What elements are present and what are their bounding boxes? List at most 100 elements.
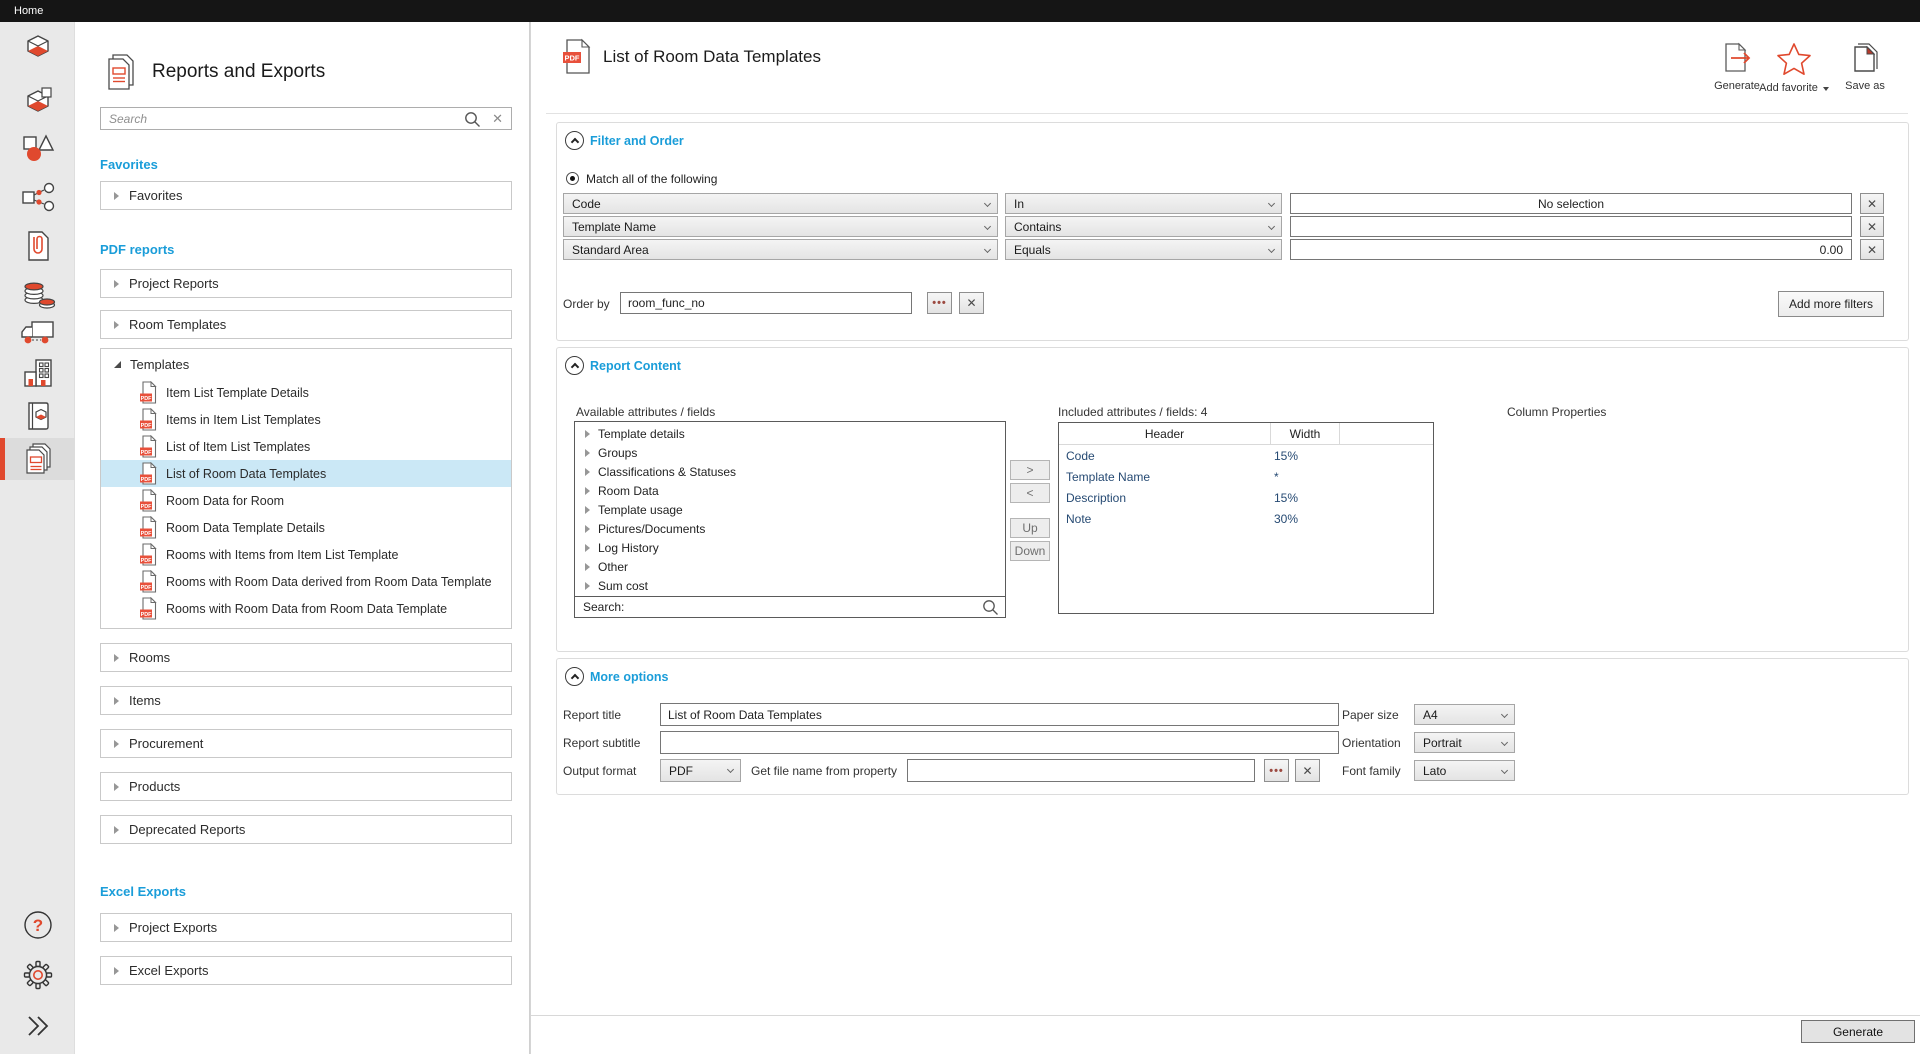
- font-family-dropdown[interactable]: Lato: [1414, 760, 1515, 781]
- clear-search-icon[interactable]: ✕: [492, 111, 503, 127]
- available-attribute-group[interactable]: Groups: [575, 443, 1005, 462]
- available-attribute-group[interactable]: Log History: [575, 538, 1005, 557]
- expander-collapsed-icon[interactable]: [585, 468, 590, 476]
- sidebar-search-input[interactable]: [101, 108, 511, 129]
- filter-operator-dropdown-3[interactable]: Equals: [1005, 239, 1282, 260]
- add-favorite-action[interactable]: Add favorite: [1756, 42, 1832, 95]
- expander-collapsed-icon[interactable]: [585, 525, 590, 533]
- expander-collapsed-icon[interactable]: [585, 582, 590, 590]
- filter-operator-dropdown-1[interactable]: In: [1005, 193, 1282, 214]
- filter-field-dropdown-2[interactable]: Template Name: [563, 216, 998, 237]
- paper-size-dropdown[interactable]: A4: [1414, 704, 1515, 725]
- expander-collapsed-icon[interactable]: [585, 563, 590, 571]
- match-all-radio[interactable]: [566, 172, 579, 185]
- expander-collapsed-icon[interactable]: [114, 192, 119, 200]
- order-by-browse-button[interactable]: •••: [927, 292, 952, 314]
- expander-collapsed-icon[interactable]: [585, 449, 590, 457]
- collapse-filter-section-button[interactable]: [565, 131, 584, 150]
- included-attribute-row[interactable]: Template Name *: [1059, 466, 1433, 487]
- sidebar-group[interactable]: Deprecated Reports: [100, 815, 512, 844]
- report-title-input[interactable]: [660, 703, 1339, 726]
- available-attribute-group[interactable]: Room Data: [575, 481, 1005, 500]
- home-tab[interactable]: Home: [14, 5, 43, 17]
- sidebar-group[interactable]: Rooms: [100, 643, 512, 672]
- templates-group-header[interactable]: Templates: [101, 349, 511, 379]
- expander-collapsed-icon[interactable]: [114, 321, 119, 329]
- expander-collapsed-icon[interactable]: [585, 506, 590, 514]
- report-tree-item[interactable]: PDF Item List Template Details: [101, 379, 511, 406]
- expander-collapsed-icon[interactable]: [114, 783, 119, 791]
- report-tree-item[interactable]: PDF Items in Item List Templates: [101, 406, 511, 433]
- filter-field-dropdown-1[interactable]: Code: [563, 193, 998, 214]
- output-format-dropdown[interactable]: PDF: [660, 759, 741, 782]
- rail-item-help[interactable]: ?: [0, 904, 75, 946]
- report-tree-item[interactable]: PDF List of Item List Templates: [101, 433, 511, 460]
- sidebar-group[interactable]: Room Templates: [100, 310, 512, 339]
- rail-item-classifications[interactable]: [0, 176, 75, 218]
- rail-item-logistics[interactable]: [0, 311, 75, 353]
- rail-item-rooms[interactable]: [0, 26, 75, 68]
- orientation-dropdown[interactable]: Portrait: [1414, 732, 1515, 753]
- rail-item-documents[interactable]: [0, 225, 75, 267]
- generate-button[interactable]: Generate: [1801, 1020, 1915, 1043]
- sidebar-group[interactable]: Items: [100, 686, 512, 715]
- available-attribute-group[interactable]: Template details: [575, 424, 1005, 443]
- rail-item-room-templates[interactable]: [0, 80, 75, 122]
- report-tree-item[interactable]: PDF List of Room Data Templates: [101, 460, 511, 487]
- report-tree-item[interactable]: PDF Rooms with Room Data derived from Ro…: [101, 568, 511, 595]
- move-left-button[interactable]: <: [1010, 483, 1050, 503]
- available-attribute-group[interactable]: Sum cost: [575, 576, 1005, 595]
- sidebar-group-favorites[interactable]: Favorites: [100, 181, 512, 210]
- remove-filter-button-3[interactable]: ✕: [1860, 239, 1884, 260]
- sidebar-group[interactable]: Products: [100, 772, 512, 801]
- sidebar-group[interactable]: Procurement: [100, 729, 512, 758]
- add-more-filters-button[interactable]: Add more filters: [1778, 291, 1884, 317]
- collapse-options-section-button[interactable]: [565, 667, 584, 686]
- report-tree-item[interactable]: PDF Rooms with Room Data from Room Data …: [101, 595, 511, 622]
- available-attribute-group[interactable]: Classifications & Statuses: [575, 462, 1005, 481]
- filter-value-field-1[interactable]: No selection: [1290, 193, 1852, 214]
- report-tree-item[interactable]: PDF Room Data for Room: [101, 487, 511, 514]
- save-as-action[interactable]: Save as: [1827, 42, 1903, 93]
- filter-value-field-3[interactable]: 0.00: [1290, 239, 1852, 260]
- sidebar-group[interactable]: Excel Exports: [100, 956, 512, 985]
- move-up-button[interactable]: Up: [1010, 518, 1050, 538]
- expander-collapsed-icon[interactable]: [114, 826, 119, 834]
- report-subtitle-input[interactable]: [660, 731, 1339, 754]
- rail-item-product-catalog[interactable]: [0, 395, 75, 437]
- expander-collapsed-icon[interactable]: [585, 544, 590, 552]
- report-tree-item[interactable]: PDF Rooms with Items from Item List Temp…: [101, 541, 511, 568]
- available-attribute-group[interactable]: Template usage: [575, 500, 1005, 519]
- expander-collapsed-icon[interactable]: [114, 654, 119, 662]
- sidebar-group[interactable]: Project Reports: [100, 269, 512, 298]
- rail-item-expand-panel[interactable]: [0, 1005, 75, 1047]
- collapse-content-section-button[interactable]: [565, 356, 584, 375]
- rail-item-finance[interactable]: [0, 273, 75, 315]
- sidebar-group[interactable]: Project Exports: [100, 913, 512, 942]
- expander-collapsed-icon[interactable]: [114, 967, 119, 975]
- available-attribute-group[interactable]: Other: [575, 557, 1005, 576]
- filter-operator-dropdown-2[interactable]: Contains: [1005, 216, 1282, 237]
- expander-collapsed-icon[interactable]: [585, 430, 590, 438]
- order-by-input[interactable]: [620, 292, 912, 314]
- expander-collapsed-icon[interactable]: [114, 697, 119, 705]
- expander-collapsed-icon[interactable]: [114, 280, 119, 288]
- file-name-from-property-input[interactable]: [907, 759, 1255, 782]
- order-by-clear-button[interactable]: ✕: [959, 292, 984, 314]
- included-attribute-row[interactable]: Description 15%: [1059, 487, 1433, 508]
- move-down-button[interactable]: Down: [1010, 541, 1050, 561]
- remove-filter-button-1[interactable]: ✕: [1860, 193, 1884, 214]
- report-tree-item[interactable]: PDF Room Data Template Details: [101, 514, 511, 541]
- included-attribute-row[interactable]: Note 30%: [1059, 508, 1433, 529]
- available-attributes-list[interactable]: Template details Groups Classifications …: [574, 421, 1006, 597]
- available-search-row[interactable]: Search:: [574, 597, 1006, 618]
- expander-expanded-icon[interactable]: [114, 361, 121, 368]
- search-icon[interactable]: [464, 111, 481, 128]
- move-right-button[interactable]: >: [1010, 460, 1050, 480]
- expander-collapsed-icon[interactable]: [114, 740, 119, 748]
- filter-field-dropdown-3[interactable]: Standard Area: [563, 239, 998, 260]
- expander-collapsed-icon[interactable]: [585, 487, 590, 495]
- remove-filter-button-2[interactable]: ✕: [1860, 216, 1884, 237]
- file-name-clear-button[interactable]: ✕: [1295, 759, 1320, 782]
- available-attribute-group[interactable]: Pictures/Documents: [575, 519, 1005, 538]
